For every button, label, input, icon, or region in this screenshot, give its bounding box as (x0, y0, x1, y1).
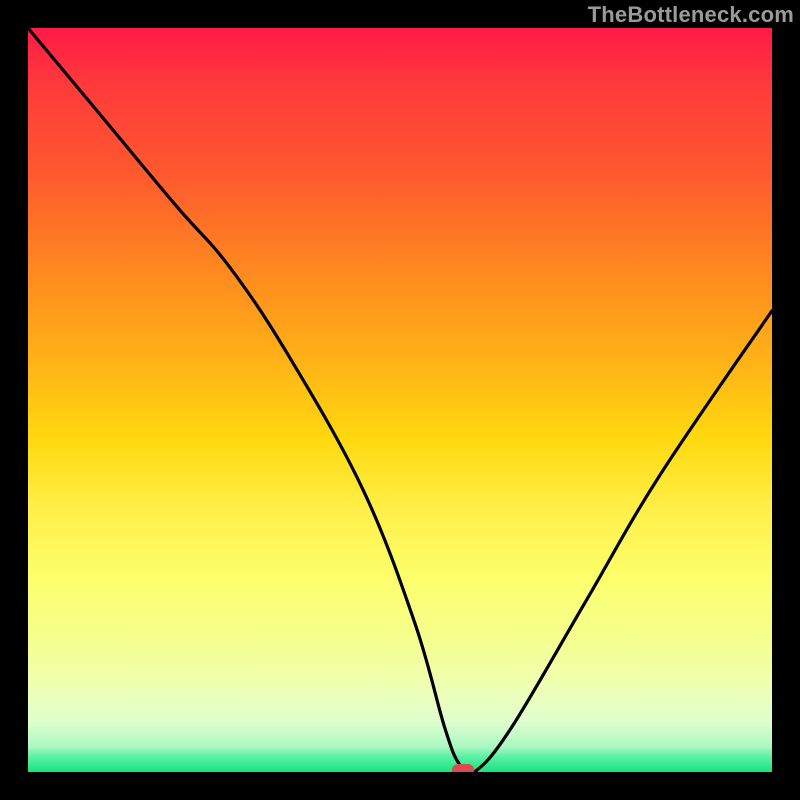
watermark-text: TheBottleneck.com (588, 2, 794, 28)
optimal-point-marker (452, 764, 474, 772)
chart-frame: TheBottleneck.com (0, 0, 800, 800)
plot-area (28, 28, 772, 772)
bottleneck-curve (28, 28, 772, 772)
